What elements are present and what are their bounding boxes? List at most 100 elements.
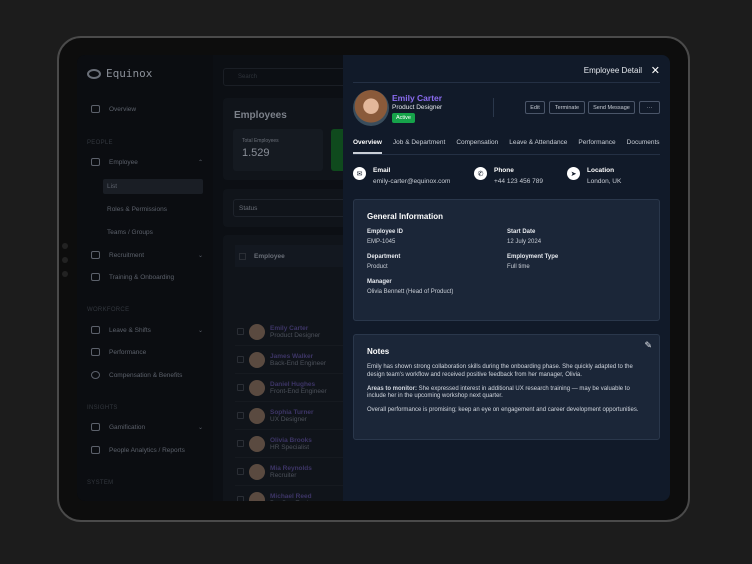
tab-leave-attendance[interactable]: Leave & Attendance (509, 139, 567, 154)
chevron-down-icon: ⌄ (197, 252, 203, 259)
select-all-checkbox[interactable] (239, 252, 246, 260)
divider (493, 98, 494, 117)
email-value[interactable]: emily-carter@equinox.com (373, 178, 450, 185)
chart-icon (91, 446, 100, 454)
row-checkbox[interactable] (237, 384, 244, 391)
employee-name[interactable]: Olivia Brooks (270, 437, 312, 444)
table-row[interactable]: James Walker Back-End Engineer (235, 346, 355, 374)
employee-name: Emily Carter (392, 93, 443, 103)
total-employees-card: Total Employees 1.529 (233, 129, 323, 171)
employee-name[interactable]: Sophia Turner (270, 409, 314, 416)
location-arrow-icon: ➤ (567, 167, 580, 180)
avatar (249, 435, 265, 452)
row-checkbox[interactable] (237, 496, 244, 501)
tab-overview[interactable]: Overview (353, 139, 382, 154)
manager: Olivia Bennett (Head of Product) (367, 289, 454, 295)
sidebar-item-gamification[interactable]: Gamification ⌄ (91, 423, 203, 431)
row-checkbox[interactable] (237, 412, 244, 419)
field-label: Manager (367, 279, 392, 285)
start-date: 12 July 2024 (507, 239, 542, 245)
sidebar-item-employee[interactable]: Employee ⌃ (91, 158, 203, 166)
employee-role: DevOps Engineer (270, 500, 321, 502)
row-checkbox[interactable] (237, 356, 244, 363)
screen: Equinox Overview PEOPLE Employee ⌃ List R… (77, 55, 670, 501)
chevron-down-icon: ⌄ (197, 327, 203, 334)
status-filter[interactable]: Status (233, 199, 353, 217)
phone-value: +44 123 456 789 (494, 178, 543, 185)
phone-icon: ✆ (474, 167, 487, 180)
filter-bar: Status (223, 189, 353, 227)
tab-documents[interactable]: Documents (627, 139, 660, 154)
employee-id: EMP-1045 (367, 239, 396, 245)
avatar (249, 351, 265, 368)
label: Recruitment (109, 251, 145, 259)
section-system: SYSTEM (87, 480, 114, 486)
employee-role: UX Designer (270, 415, 307, 423)
card-title: General Information (367, 212, 444, 221)
divider (353, 82, 660, 83)
row-checkbox[interactable] (237, 468, 244, 475)
users-icon (91, 158, 100, 166)
phone-label: Phone (494, 167, 514, 174)
table-row[interactable]: Daniel Hughes Front-End Engineer (235, 374, 355, 402)
label: Overview (109, 105, 137, 113)
table-row[interactable]: Olivia Brooks HR Specialist (235, 430, 355, 458)
department: Product (367, 264, 388, 270)
table-row[interactable]: Michael ReedDevOps Engineer (235, 486, 355, 501)
close-button[interactable]: ✕ (651, 64, 660, 77)
note-emphasis: Areas to monitor: (367, 385, 418, 392)
table-row[interactable]: Emily Carter Product Designer (235, 318, 355, 346)
runner-icon (91, 348, 100, 356)
employee-name[interactable]: James Walker (270, 353, 326, 360)
side-buttons (62, 243, 68, 298)
app-name: Equinox (106, 67, 153, 80)
search-input[interactable]: Search (223, 68, 353, 86)
sidebar-item-leave[interactable]: Leave & Shifts ⌄ (91, 326, 203, 334)
label: Gamification (109, 423, 146, 431)
sidebar: Equinox Overview PEOPLE Employee ⌃ List R… (77, 55, 213, 501)
row-checkbox[interactable] (237, 328, 244, 335)
sidebar-item-overview[interactable]: Overview (91, 105, 203, 113)
avatar (249, 491, 265, 501)
send-message-button[interactable]: Send Message (588, 101, 635, 114)
terminate-button[interactable]: Terminate (549, 101, 585, 114)
email-label: Email (373, 167, 391, 174)
sidebar-item-teams[interactable]: Teams / Groups (103, 225, 203, 240)
chevron-down-icon: ⌄ (197, 424, 203, 431)
column-employee[interactable]: Employee (254, 253, 285, 260)
total-value: 1.529 (242, 147, 270, 159)
logo-icon (87, 68, 101, 79)
employee-name[interactable]: Daniel Hughes (270, 381, 327, 388)
more-options-button[interactable]: ··· (639, 101, 660, 114)
sidebar-item-compensation[interactable]: Compensation & Benefits (91, 371, 203, 379)
sidebar-item-performance[interactable]: Performance (91, 348, 203, 356)
employee-name[interactable]: Emily Carter (270, 325, 320, 332)
tab-performance[interactable]: Performance (578, 139, 615, 154)
page-title: Employees (234, 110, 287, 121)
sidebar-item-list[interactable]: List (103, 179, 203, 194)
sidebar-item-training[interactable]: Training & Onboarding (91, 273, 203, 281)
label: Performance (109, 348, 147, 356)
employee-name[interactable]: Mia Reynolds (270, 465, 312, 472)
edit-button[interactable]: Edit (525, 101, 545, 114)
avatar (249, 379, 265, 396)
avatar (249, 463, 265, 480)
sidebar-item-recruitment[interactable]: Recruitment ⌄ (91, 251, 203, 259)
edit-note-icon[interactable]: ✎ (644, 340, 652, 351)
note-paragraph: Overall performance is promising; keep a… (367, 407, 639, 414)
label: Compensation & Benefits (109, 371, 183, 379)
status-badge: Active (392, 113, 415, 123)
recruit-icon (91, 251, 100, 259)
sidebar-item-roles[interactable]: Roles & Permissions (103, 202, 203, 217)
row-checkbox[interactable] (237, 440, 244, 447)
avatar (249, 407, 265, 424)
sidebar-item-analytics[interactable]: People Analytics / Reports (91, 446, 203, 454)
tab-job-department[interactable]: Job & Department (393, 139, 445, 154)
tab-compensation[interactable]: Compensation (456, 139, 498, 154)
table-row[interactable]: Sophia Turner UX Designer (235, 402, 355, 430)
summary-card: Employees Total Employees 1.529 (223, 98, 353, 180)
employee-name[interactable]: Michael Reed (270, 493, 321, 500)
logo: Equinox (87, 67, 152, 80)
employee-role: Product Designer (392, 104, 443, 111)
table-row[interactable]: Mia Reynolds Recruiter (235, 458, 355, 486)
